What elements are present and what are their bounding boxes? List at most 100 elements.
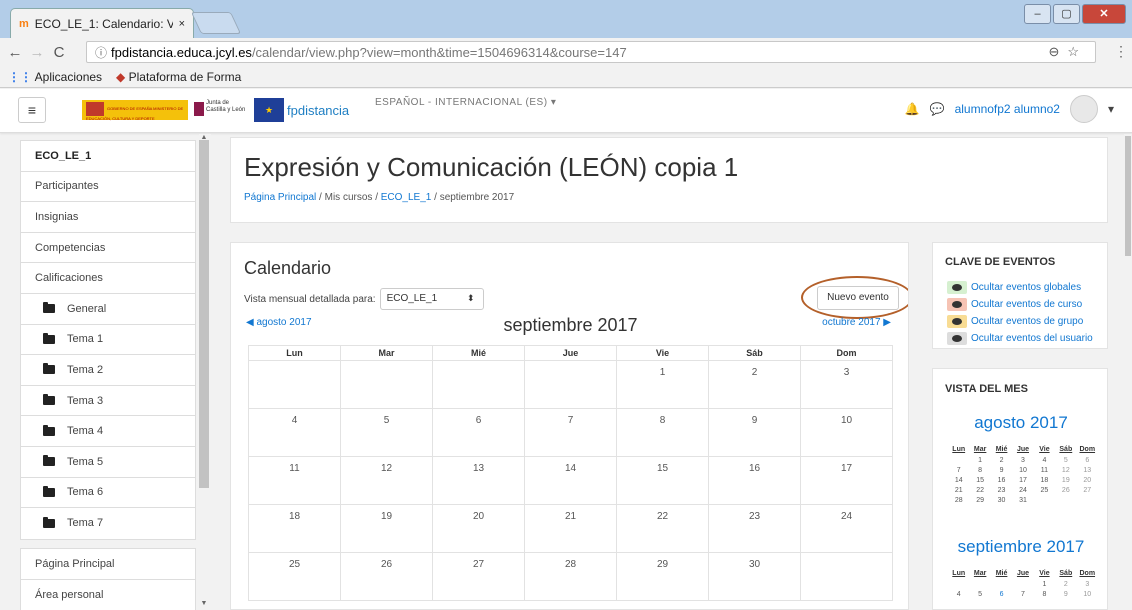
- calendar-day-cell[interactable]: 27: [432, 552, 525, 601]
- sidebar-item-area-personal[interactable]: Área personal: [21, 580, 195, 610]
- gobierno-logo[interactable]: GOBIERNO DE ESPAÑA MINISTERIO DE EDUCACI…: [82, 100, 188, 121]
- breadcrumb-course-link[interactable]: ECO_LE_1: [381, 192, 432, 203]
- chevron-down-icon[interactable]: ▾: [1108, 102, 1114, 116]
- sidebar-item-tema-1[interactable]: Tema 1: [21, 325, 195, 356]
- month-calendar-table: Lun Mar Mié Jue Vie Sáb Dom 1 2 3 4 5 6 7 8 9 10 11 12 13 1…: [248, 345, 893, 601]
- calendar-day-cell[interactable]: 20: [432, 504, 525, 553]
- drawer-scrollbar-thumb[interactable]: [199, 140, 209, 488]
- maximize-button[interactable]: ▢: [1053, 4, 1080, 24]
- browser-tab[interactable]: m ECO_LE_1: Calendario: Vi ×: [10, 8, 194, 38]
- calendar-day-cell[interactable]: 3: [800, 360, 893, 409]
- calendar-day-cell[interactable]: 7: [524, 408, 617, 457]
- user-menu-name[interactable]: alumnofp2 alumno2: [955, 102, 1060, 116]
- sidebar-item-participantes[interactable]: Participantes: [21, 172, 195, 203]
- breadcrumb-home-link[interactable]: Página Principal: [244, 192, 316, 203]
- eu-logo[interactable]: ★: [254, 98, 284, 122]
- calendar-day-cell[interactable]: 23: [708, 504, 801, 553]
- calendar-day-cell[interactable]: 9: [708, 408, 801, 457]
- calendar-day-cell[interactable]: 1: [616, 360, 709, 409]
- sidebar-item-tema-5[interactable]: Tema 5: [21, 447, 195, 478]
- calendar-day-cell[interactable]: 8: [616, 408, 709, 457]
- sidebar-item-pagina-principal[interactable]: Página Principal: [21, 549, 195, 580]
- sidebar-item-tema-2[interactable]: Tema 2: [21, 355, 195, 386]
- toggle-user-events[interactable]: Ocultar eventos del usuario: [947, 332, 1097, 345]
- bell-icon[interactable]: 🔔: [905, 102, 920, 116]
- calendar-day-cell[interactable]: 16: [708, 456, 801, 505]
- calendar-day-cell[interactable]: 25: [248, 552, 341, 601]
- calendar-day-cell[interactable]: 30: [708, 552, 801, 601]
- calendar-day-cell[interactable]: 22: [616, 504, 709, 553]
- calendar-day-cell[interactable]: 26: [340, 552, 433, 601]
- sidebar-item-label: Área personal: [35, 588, 104, 601]
- bookmark-plataforma[interactable]: ◆ Plataforma de Forma: [116, 70, 241, 84]
- tab-close-icon[interactable]: ×: [179, 18, 185, 30]
- calendar-day-cell[interactable]: 18: [248, 504, 341, 553]
- new-event-button[interactable]: Nuevo evento: [817, 286, 899, 310]
- toggle-course-events[interactable]: Ocultar eventos de curso: [947, 298, 1097, 311]
- scroll-up-arrow-icon[interactable]: ▲: [199, 134, 209, 141]
- mini-month-title-link[interactable]: agosto 2017: [933, 413, 1109, 433]
- calendar-day-cell[interactable]: 11: [248, 456, 341, 505]
- course-select[interactable]: ECO_LE_1 ⬍: [379, 288, 484, 310]
- page-scrollbar[interactable]: [1124, 134, 1132, 610]
- sidebar-item-general[interactable]: General: [21, 294, 195, 325]
- bookmark-apps[interactable]: ⋮⋮ Aplicaciones: [8, 70, 102, 84]
- calendar-day-cell[interactable]: 28: [524, 552, 617, 601]
- sidebar-item-calificaciones[interactable]: Calificaciones: [21, 263, 195, 294]
- calendar-day-cell[interactable]: 24: [800, 504, 893, 553]
- info-icon[interactable]: ⓘ: [95, 44, 107, 61]
- site-name-link[interactable]: fpdistancia: [287, 103, 349, 118]
- calendar-day-cell[interactable]: 4: [248, 408, 341, 457]
- eye-icon: [952, 335, 962, 342]
- page-scrollbar-thumb[interactable]: [1125, 136, 1131, 256]
- forward-arrow-icon[interactable]: →: [26, 44, 48, 61]
- zoom-star-icon[interactable]: ⊖☆: [1048, 44, 1087, 60]
- mini-day-cell: 30: [997, 496, 1006, 504]
- course-nav-drawer: ECO_LE_1 Participantes Insignias Compete…: [20, 140, 196, 540]
- sidebar-item-competencias[interactable]: Competencias: [21, 233, 195, 264]
- calendar-day-cell[interactable]: 29: [616, 552, 709, 601]
- mini-day-cell: [1034, 495, 1055, 505]
- mini-weekday-header: Lun: [952, 446, 966, 453]
- calendar-day-cell[interactable]: 15: [616, 456, 709, 505]
- scroll-down-arrow-icon[interactable]: ▼: [199, 600, 209, 607]
- minimize-button[interactable]: –: [1024, 4, 1051, 24]
- language-menu[interactable]: ESPAÑOL - INTERNACIONAL (ES) ▾: [375, 97, 556, 108]
- back-arrow-icon[interactable]: ←: [4, 44, 26, 61]
- hamburger-menu-icon[interactable]: ≡: [18, 97, 46, 123]
- calendar-day-cell[interactable]: 6: [432, 408, 525, 457]
- next-month-link[interactable]: octubre 2017 ▶: [822, 317, 891, 328]
- toggle-group-events[interactable]: Ocultar eventos de grupo: [947, 315, 1097, 328]
- mini-weekday-header: Jue: [1016, 446, 1029, 453]
- prev-month-link[interactable]: ◀ agosto 2017: [246, 317, 312, 328]
- mini-weekday-header: Mié: [995, 446, 1008, 453]
- calendar-day-cell[interactable]: 5: [340, 408, 433, 457]
- calendar-day-cell[interactable]: 13: [432, 456, 525, 505]
- apps-grid-icon: ⋮⋮: [8, 69, 32, 84]
- browser-menu-icon[interactable]: ⋮: [1114, 43, 1128, 60]
- sidebar-item-course[interactable]: ECO_LE_1: [21, 141, 195, 172]
- calendar-day-cell[interactable]: 14: [524, 456, 617, 505]
- calendar-day-cell[interactable]: 17: [800, 456, 893, 505]
- close-window-button[interactable]: ✕: [1082, 4, 1126, 24]
- select-arrow-icon: ⬍: [467, 293, 475, 303]
- sidebar-item-tema-3[interactable]: Tema 3: [21, 386, 195, 417]
- mini-month-title-link[interactable]: septiembre 2017: [933, 537, 1109, 557]
- sidebar-item-tema-6[interactable]: Tema 6: [21, 478, 195, 509]
- sidebar-item-tema-4[interactable]: Tema 4: [21, 416, 195, 447]
- calendar-day-cell[interactable]: 21: [524, 504, 617, 553]
- toggle-global-events[interactable]: Ocultar eventos globales: [947, 281, 1097, 294]
- sidebar-item-insignias[interactable]: Insignias: [21, 202, 195, 233]
- new-tab-button[interactable]: [190, 12, 242, 34]
- jcyl-logo[interactable]: Junta de Castilla y León: [194, 100, 248, 120]
- sidebar-item-tema-7[interactable]: Tema 7: [21, 508, 195, 539]
- reload-icon[interactable]: C: [48, 44, 70, 61]
- calendar-day-cell[interactable]: 10: [800, 408, 893, 457]
- calendar-week-row: 25 26 27 28 29 30: [248, 552, 893, 601]
- avatar[interactable]: [1069, 95, 1098, 123]
- url-input[interactable]: ⓘ fpdistancia.educa.jcyl.es/calendar/vie…: [86, 41, 1096, 63]
- calendar-day-cell[interactable]: 2: [708, 360, 801, 409]
- chat-icon[interactable]: 💬: [930, 102, 945, 116]
- calendar-day-cell[interactable]: 19: [340, 504, 433, 553]
- calendar-day-cell[interactable]: 12: [340, 456, 433, 505]
